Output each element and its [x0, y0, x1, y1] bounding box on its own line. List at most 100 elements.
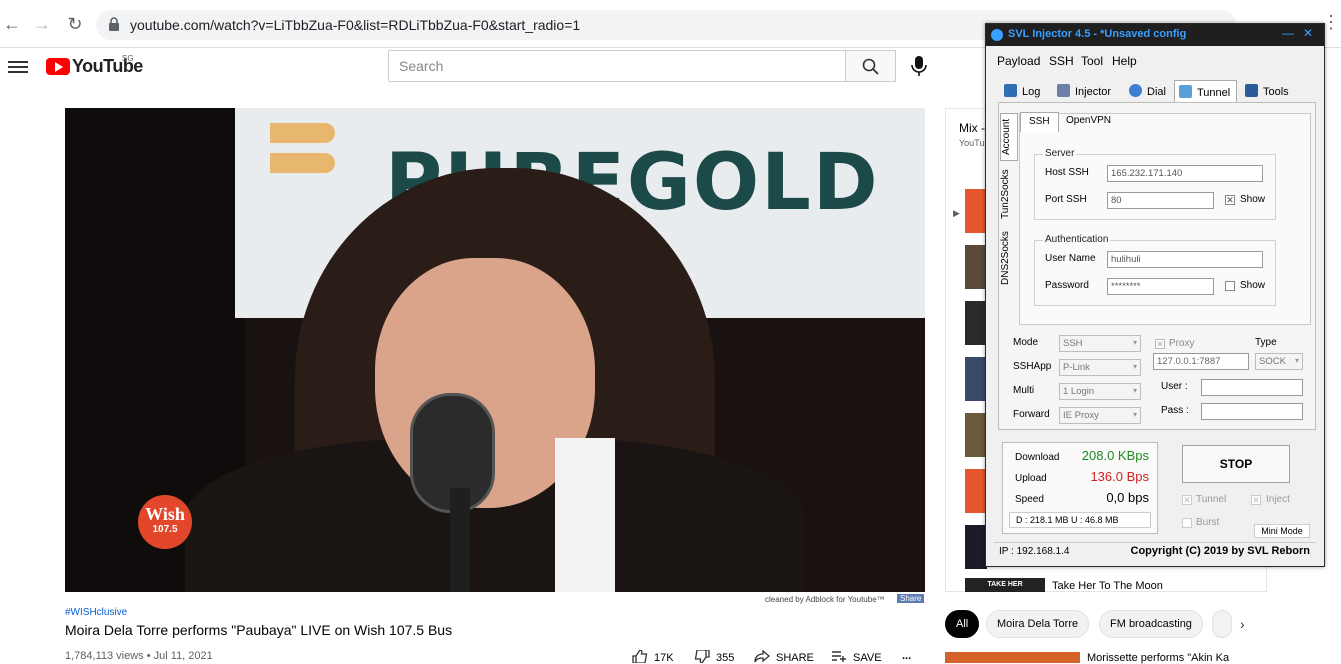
wish-logo: Wish 107.5: [138, 495, 192, 549]
hamburger-menu-icon[interactable]: [8, 58, 28, 74]
chip-all[interactable]: All: [945, 610, 980, 638]
adblock-share-button[interactable]: Share: [897, 594, 925, 603]
save-button[interactable]: SAVE: [831, 650, 882, 664]
next-video-title[interactable]: Morissette performs "Akin Ka: [1087, 652, 1229, 664]
menu-ssh[interactable]: SSH: [1049, 54, 1074, 68]
data-usage: D : 218.1 MB U : 46.8 MB: [1009, 512, 1151, 528]
traffic-stats: Download 208.0 KBps Upload 136.0 Bps Spe…: [1002, 442, 1158, 534]
tunnel-checkbox[interactable]: ✕: [1182, 495, 1192, 505]
port-ssh-input[interactable]: 80: [1107, 192, 1214, 209]
banner-logo-icon: [270, 123, 335, 173]
next-video-thumbnail[interactable]: [945, 652, 1080, 663]
burst-checkbox[interactable]: [1182, 518, 1192, 528]
vtab-tun2socks[interactable]: Tun2Socks: [1000, 165, 1018, 223]
tab-dial[interactable]: Dial: [1125, 80, 1172, 102]
chip-fm-broadcasting[interactable]: FM broadcasting: [1099, 610, 1203, 638]
thumbs-up-icon: [632, 649, 648, 664]
proxy-pass-input[interactable]: [1201, 403, 1303, 420]
mini-mode-button[interactable]: Mini Mode: [1254, 524, 1310, 538]
like-button[interactable]: 17K: [632, 649, 674, 664]
subtab-openvpn[interactable]: OpenVPN: [1058, 112, 1119, 132]
tab-injector[interactable]: Injector: [1053, 80, 1117, 102]
back-icon[interactable]: ←: [0, 12, 24, 36]
menu-help[interactable]: Help: [1112, 54, 1137, 68]
tab-log[interactable]: Log: [1000, 80, 1046, 102]
inject-checkbox[interactable]: ✕: [1251, 495, 1261, 505]
region-label: SG: [122, 54, 134, 63]
menu-payload[interactable]: Payload: [997, 54, 1040, 68]
forward-icon[interactable]: →: [30, 12, 54, 36]
microphone-icon[interactable]: [908, 54, 930, 78]
upload-rate: 136.0 Bps: [1090, 469, 1149, 484]
mix-title: Mix -: [959, 121, 985, 135]
thumbs-down-icon: [694, 649, 710, 664]
playlist-thumbnail[interactable]: [965, 301, 987, 345]
search-button[interactable]: [846, 50, 896, 82]
authentication-group: Authentication User Name hulihuli Passwo…: [1034, 234, 1276, 306]
url-text: youtube.com/watch?v=LiTbbZua-F0&list=RDL…: [130, 17, 581, 33]
playlist-item-title[interactable]: Take Her To The Moon: [1052, 580, 1163, 592]
proxy-checkbox[interactable]: ✕: [1155, 339, 1165, 349]
show-password-checkbox[interactable]: [1225, 281, 1235, 291]
forward-select[interactable]: IE Proxy: [1059, 407, 1141, 424]
youtube-logo-icon[interactable]: [46, 58, 70, 75]
copyright-text: Copyright (C) 2019 by SVL Reborn: [1130, 545, 1311, 557]
close-icon[interactable]: ✕: [1303, 26, 1313, 40]
password-input[interactable]: ********: [1107, 278, 1214, 295]
subtab-ssh[interactable]: SSH: [1020, 112, 1059, 132]
account-settings: SSH OpenVPN Server Host SSH 165.232.171.…: [1019, 112, 1311, 325]
playlist-thumbnail[interactable]: TAKE HER: [965, 578, 1045, 592]
username-input[interactable]: hulihuli: [1107, 251, 1263, 268]
vtab-account[interactable]: Account: [1000, 113, 1018, 161]
share-button[interactable]: SHARE: [754, 649, 814, 664]
save-playlist-icon: [832, 651, 846, 662]
video-meta: 1,784,113 views • Jul 11, 2021: [65, 650, 213, 662]
minimize-icon[interactable]: —: [1282, 26, 1294, 40]
tunnel-icon: [1179, 85, 1192, 98]
playlist-thumbnail[interactable]: [965, 189, 987, 233]
app-icon: [991, 29, 1003, 41]
svl-injector-window: SVL Injector 4.5 - *Unsaved config — ✕ P…: [985, 23, 1325, 567]
playlist-thumbnail[interactable]: [965, 413, 987, 457]
playlist-thumbnail[interactable]: [965, 525, 987, 569]
chip-moira-dela-torre[interactable]: Moira Dela Torre: [986, 610, 1090, 638]
host-ssh-input[interactable]: 165.232.171.140: [1107, 165, 1263, 182]
type-select[interactable]: SOCK: [1255, 353, 1303, 370]
vtab-dns2socks[interactable]: DNS2Socks: [1000, 227, 1018, 289]
hashtag-link[interactable]: #WISHclusive: [65, 607, 127, 618]
search-icon: [862, 58, 879, 75]
menu-tool[interactable]: Tool: [1081, 54, 1103, 68]
more-actions-icon[interactable]: ...: [902, 650, 911, 662]
window-title: SVL Injector 4.5 - *Unsaved config: [1008, 28, 1187, 40]
search-input[interactable]: Search: [388, 50, 846, 82]
injector-titlebar[interactable]: SVL Injector 4.5 - *Unsaved config — ✕: [986, 24, 1324, 46]
tab-tools[interactable]: Tools: [1241, 80, 1295, 102]
proxy-input[interactable]: 127.0.0.1:7887: [1153, 353, 1249, 370]
now-playing-icon: ▶: [953, 208, 960, 218]
playlist-thumbnail[interactable]: [965, 357, 987, 401]
server-group: Server Host SSH 165.232.171.140 Port SSH…: [1034, 148, 1276, 220]
proxy-user-input[interactable]: [1201, 379, 1303, 396]
syringe-icon: [1057, 84, 1070, 97]
sshapp-select[interactable]: P-Link: [1059, 359, 1141, 376]
playlist-thumbnail[interactable]: [965, 469, 987, 513]
mode-select[interactable]: SSH: [1059, 335, 1141, 352]
playlist-thumbnail[interactable]: [965, 245, 987, 289]
reload-icon[interactable]: ↻: [63, 12, 87, 36]
chevron-right-icon[interactable]: ›: [1240, 616, 1245, 632]
tab-tunnel[interactable]: Tunnel: [1174, 80, 1238, 102]
video-player[interactable]: PUREGOLD Wish 107.5: [65, 108, 925, 592]
status-bar: IP : 192.168.1.4 Copyright (C) 2019 by S…: [994, 542, 1316, 562]
phone-icon: [1129, 84, 1142, 97]
share-icon: [754, 649, 771, 663]
chip-partial[interactable]: [1212, 610, 1232, 638]
tunnel-panel: Account Tun2Socks DNS2Socks SSH OpenVPN …: [998, 102, 1316, 430]
ip-address: IP : 192.168.1.4: [999, 546, 1070, 557]
show-host-checkbox[interactable]: ✕: [1225, 195, 1235, 205]
speed-rate: 0,0 bps: [1106, 490, 1149, 505]
tools-icon: [1245, 84, 1258, 97]
multi-select[interactable]: 1 Login: [1059, 383, 1141, 400]
stop-button[interactable]: STOP: [1182, 445, 1290, 483]
mix-subtitle: YouTu: [959, 138, 985, 148]
dislike-button[interactable]: 355: [694, 649, 734, 664]
